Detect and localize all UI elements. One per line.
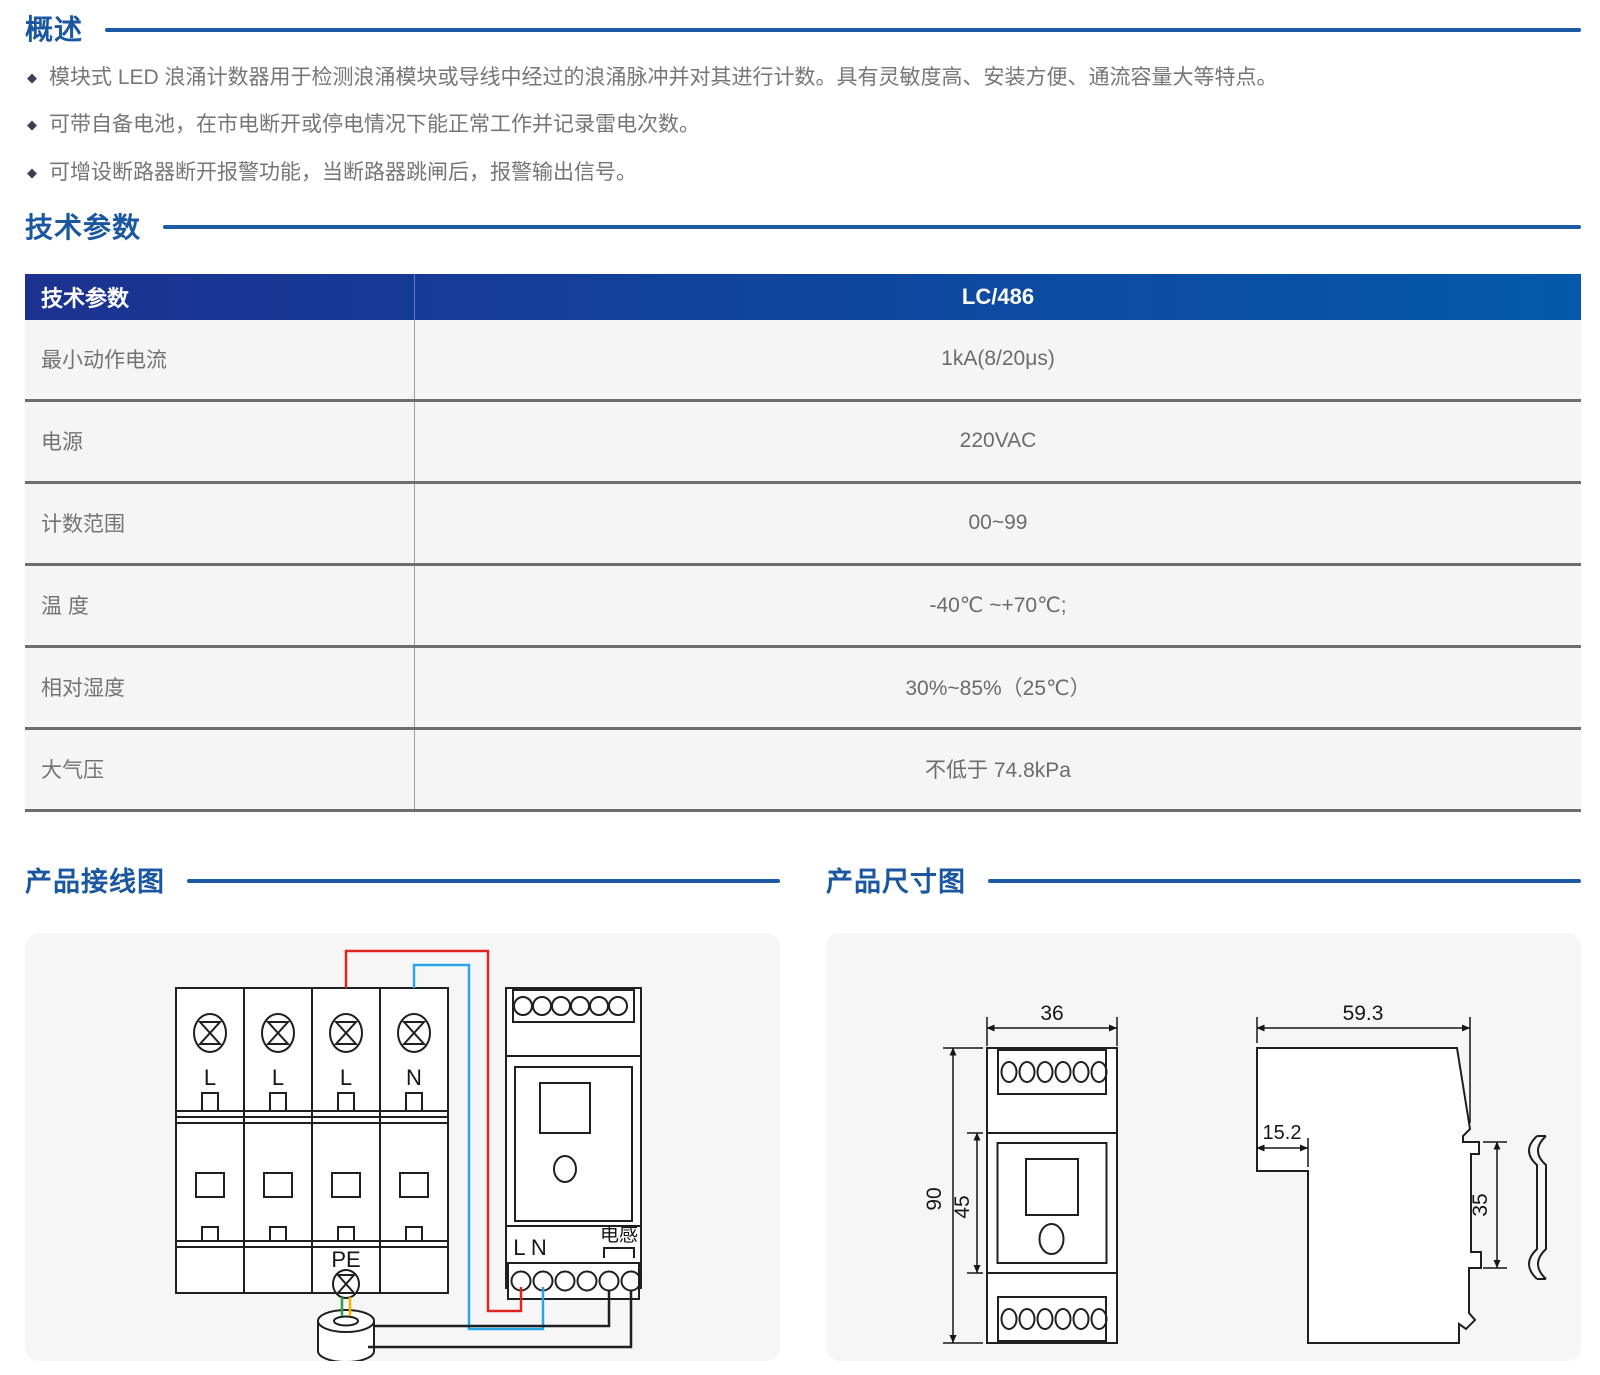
param-value: 220VAC bbox=[415, 402, 1581, 481]
dimensions-section-head: 产品尺寸图 bbox=[826, 860, 1581, 899]
spd-unit bbox=[176, 988, 448, 1298]
dim-front-middle: 45 bbox=[951, 1195, 974, 1218]
table-header-row: 技术参数 LC/486 bbox=[25, 274, 1581, 320]
dim-front-height: 90 bbox=[923, 1187, 946, 1210]
dimensions-title: 产品尺寸图 bbox=[826, 860, 966, 899]
list-item: ◆ 可带自备电池，在市电断开或停电情况下能正常工作并记录雷电次数。 bbox=[27, 111, 1581, 138]
table-header-param: 技术参数 bbox=[25, 274, 415, 320]
pe-terminal-symbol-icon bbox=[333, 1270, 359, 1298]
table-row: 最小动作电流 1kA(8/20μs) bbox=[25, 320, 1581, 399]
spd-terminal-label: L bbox=[340, 1065, 352, 1090]
dimensions-column: 产品尺寸图 bbox=[826, 860, 1581, 1361]
param-label: 温 度 bbox=[25, 566, 415, 645]
wiring-section-head: 产品接线图 bbox=[25, 860, 780, 899]
dimensions-panel: 36 90 45 59.3 15.2 35 bbox=[826, 933, 1581, 1361]
overview-bullets: ◆ 模块式 LED 浪涌计数器用于检测浪涌模块或导线中经过的浪涌脉冲并对其进行计… bbox=[25, 64, 1581, 186]
dimensions-rule bbox=[988, 879, 1581, 883]
table-row: 大气压 不低于 74.8kPa bbox=[25, 727, 1581, 809]
side-view bbox=[1257, 1048, 1546, 1343]
bullet-text: 模块式 LED 浪涌计数器用于检测浪涌模块或导线中经过的浪涌脉冲并对其进行计数。… bbox=[49, 64, 1278, 91]
param-label: 大气压 bbox=[25, 730, 415, 809]
counter-power-label: L N bbox=[513, 1235, 546, 1260]
param-value: 30%~85%（25℃） bbox=[415, 648, 1581, 727]
bullet-text: 可带自备电池，在市电断开或停电情况下能正常工作并记录雷电次数。 bbox=[49, 111, 700, 138]
dim-side-rail: 35 bbox=[1469, 1193, 1492, 1216]
dim-side-step: 15.2 bbox=[1263, 1122, 1302, 1144]
tech-params-rule bbox=[163, 225, 1581, 229]
param-label: 相对湿度 bbox=[25, 648, 415, 727]
overview-section-head: 概述 bbox=[25, 8, 1581, 48]
spd-terminal-label: L bbox=[204, 1065, 216, 1090]
param-value: -40℃ ~+70℃; bbox=[415, 566, 1581, 645]
overview-title: 概述 bbox=[25, 8, 83, 48]
current-transformer bbox=[318, 1310, 374, 1361]
inductor-label: 电感 bbox=[600, 1224, 638, 1246]
tech-params-table: 技术参数 LC/486 最小动作电流 1kA(8/20μs) 电源 220VAC… bbox=[25, 274, 1581, 812]
pe-label: PE bbox=[331, 1247, 360, 1272]
wiring-column: 产品接线图 bbox=[25, 860, 780, 1361]
table-row: 相对湿度 30%~85%（25℃） bbox=[25, 645, 1581, 727]
table-header-model: LC/486 bbox=[415, 274, 1581, 320]
diamond-bullet-icon: ◆ bbox=[27, 117, 37, 134]
wiring-panel: L L L N PE L N 电感 bbox=[25, 933, 780, 1361]
param-value: 00~99 bbox=[415, 484, 1581, 563]
spd-terminal-label: N bbox=[406, 1065, 422, 1090]
dim-side-depth: 59.3 bbox=[1343, 1002, 1384, 1025]
tech-params-section-head: 技术参数 bbox=[25, 206, 1581, 246]
front-view bbox=[987, 1048, 1117, 1343]
din-rail-profile bbox=[1529, 1136, 1546, 1279]
table-row: 温 度 -40℃ ~+70℃; bbox=[25, 563, 1581, 645]
param-value: 不低于 74.8kPa bbox=[415, 730, 1581, 809]
list-item: ◆ 模块式 LED 浪涌计数器用于检测浪涌模块或导线中经过的浪涌脉冲并对其进行计… bbox=[27, 64, 1581, 91]
spd-terminal-label: L bbox=[272, 1065, 284, 1090]
datasheet-page: 概述 ◆ 模块式 LED 浪涌计数器用于检测浪涌模块或导线中经过的浪涌脉冲并对其… bbox=[0, 0, 1600, 1375]
wiring-rule bbox=[187, 879, 780, 883]
list-item: ◆ 可增设断路器断开报警功能，当断路器跳闸后，报警输出信号。 bbox=[27, 159, 1581, 186]
diamond-bullet-icon: ◆ bbox=[27, 165, 37, 182]
bullet-text: 可增设断路器断开报警功能，当断路器跳闸后，报警输出信号。 bbox=[49, 159, 637, 186]
diamond-bullet-icon: ◆ bbox=[27, 70, 37, 87]
diagram-area: 产品接线图 bbox=[25, 860, 1581, 1361]
param-value: 1kA(8/20μs) bbox=[415, 320, 1581, 399]
overview-rule bbox=[105, 28, 1581, 32]
tech-params-title: 技术参数 bbox=[25, 206, 141, 246]
table-row: 计数范围 00~99 bbox=[25, 481, 1581, 563]
param-label: 电源 bbox=[25, 402, 415, 481]
param-label: 最小动作电流 bbox=[25, 320, 415, 399]
dim-front-width: 36 bbox=[1040, 1002, 1063, 1025]
param-label: 计数范围 bbox=[25, 484, 415, 563]
wiring-diagram-svg: L L L N PE L N 电感 bbox=[25, 933, 780, 1361]
table-row: 电源 220VAC bbox=[25, 399, 1581, 481]
wiring-title: 产品接线图 bbox=[25, 860, 165, 899]
dimension-diagram-svg: 36 90 45 59.3 15.2 35 bbox=[826, 933, 1581, 1361]
